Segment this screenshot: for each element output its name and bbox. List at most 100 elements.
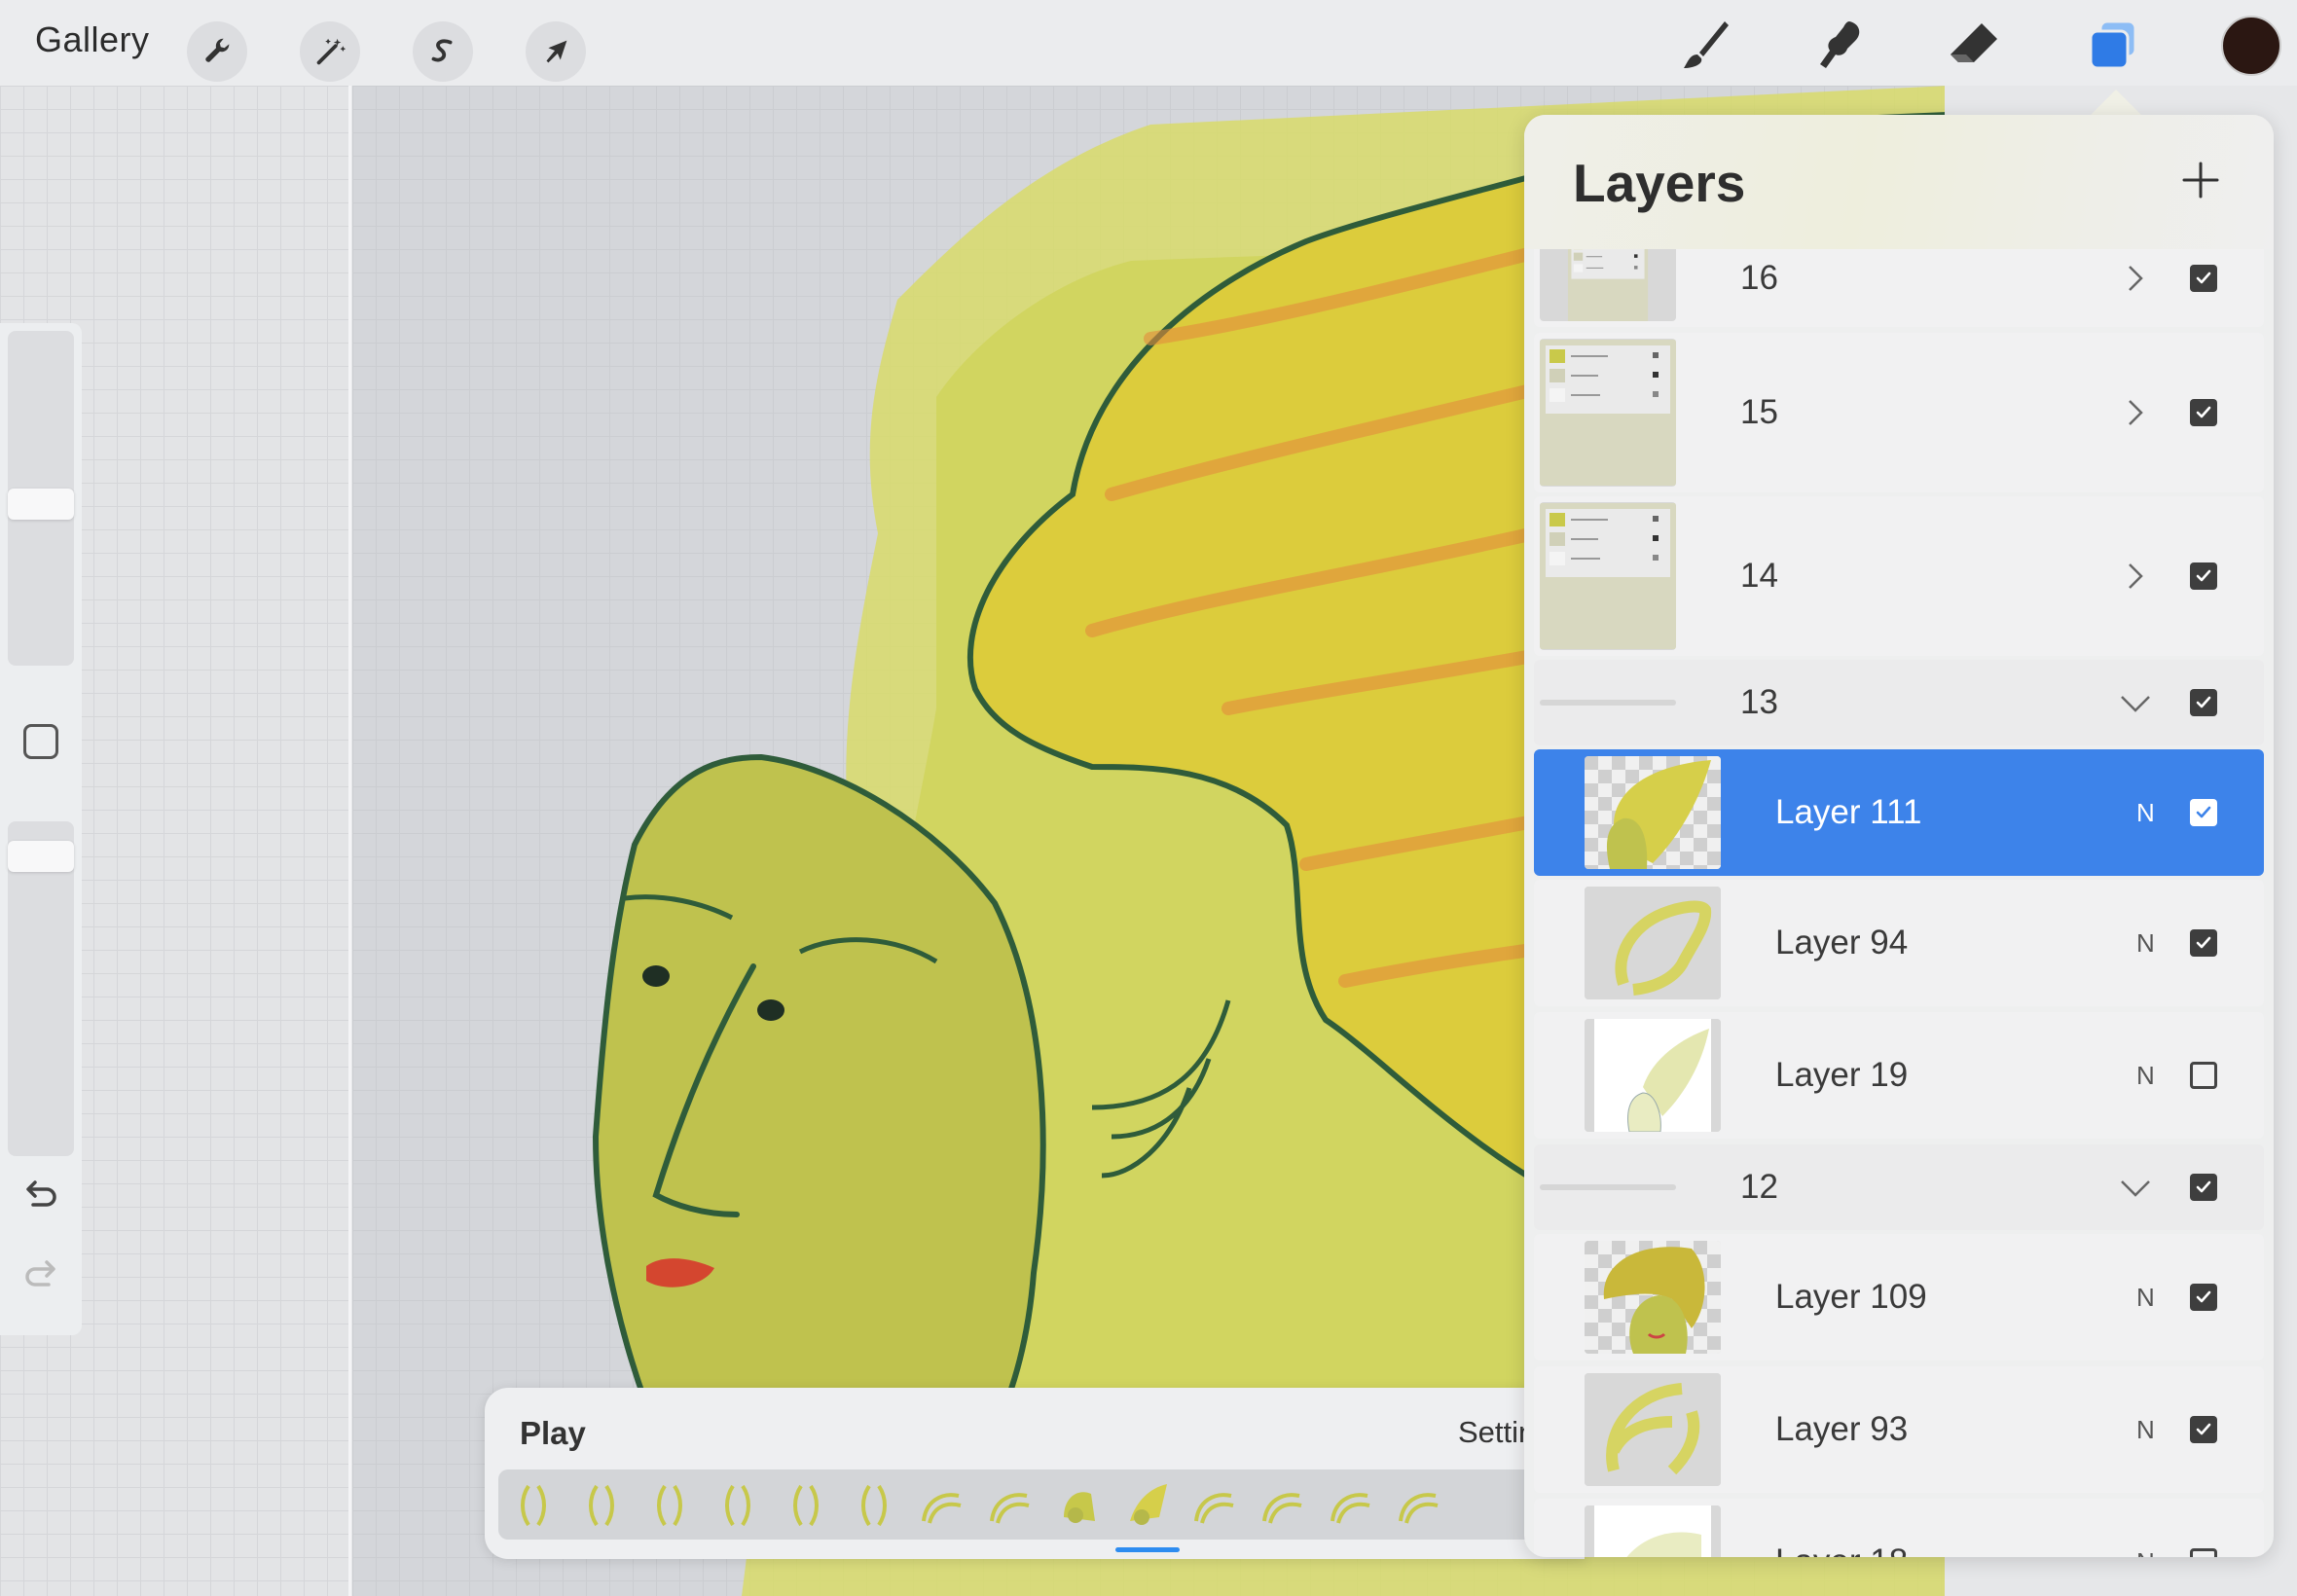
frame-thumbnail <box>1399 1493 1439 1524</box>
checkmark-icon <box>2196 696 2211 708</box>
blend-mode-button[interactable]: N <box>2136 1547 2155 1557</box>
visibility-checkbox[interactable] <box>2190 929 2217 957</box>
adjustments-button[interactable] <box>300 21 360 82</box>
checkmark-icon <box>2196 569 2211 582</box>
actions-button[interactable] <box>187 21 247 82</box>
play-button[interactable]: Play <box>520 1415 586 1452</box>
brush-tool[interactable] <box>1674 14 1736 76</box>
color-picker-button[interactable] <box>2221 16 2281 76</box>
visibility-checkbox[interactable] <box>2190 562 2217 590</box>
layer-thumbnail <box>1585 1019 1721 1132</box>
undo-icon[interactable] <box>19 1176 62 1218</box>
visibility-checkbox[interactable] <box>2190 265 2217 292</box>
arrow-cursor-icon <box>546 40 567 63</box>
timeline-frame[interactable] <box>777 1475 835 1534</box>
timeline-frame[interactable] <box>913 1475 971 1534</box>
layer-name: Layer 111 <box>1775 793 1922 831</box>
frame-thumbnail <box>1194 1493 1234 1524</box>
layer-name: Layer 109 <box>1775 1278 1927 1316</box>
layer-name: 14 <box>1740 557 1778 595</box>
chevron-down-icon[interactable] <box>2118 685 2153 720</box>
layer-row[interactable]: Layer 109 N <box>1534 1234 2264 1360</box>
timeline-frame[interactable] <box>1254 1475 1312 1534</box>
layers-panel: Layers 16 15 14 13 Layer 111 N Layer 94 N Layer … <box>1524 115 2274 1557</box>
chevron-right-icon[interactable] <box>2118 261 2153 296</box>
frame-thumbnail <box>922 1493 962 1524</box>
visibility-checkbox[interactable] <box>2190 1416 2217 1443</box>
layer-thumbnail <box>1585 1241 1721 1354</box>
blend-mode-button[interactable]: N <box>2136 1061 2155 1091</box>
plus-icon[interactable] <box>2176 156 2225 204</box>
layer-row[interactable]: Layer 18 N <box>1534 1499 2264 1557</box>
transform-button[interactable] <box>526 21 586 82</box>
group-thumbnail <box>1540 339 1676 487</box>
layer-name: Layer 93 <box>1775 1410 1909 1448</box>
group-thumbnail <box>1567 249 1649 321</box>
layer-name: Layer 94 <box>1775 924 1909 961</box>
visibility-checkbox[interactable] <box>2190 689 2217 716</box>
layer-group-row[interactable]: 15 <box>1534 333 2264 492</box>
layer-thumbnail <box>1585 1373 1721 1486</box>
brush-size-handle[interactable] <box>8 489 74 520</box>
blend-mode-button[interactable]: N <box>2136 1415 2155 1445</box>
chevron-right-icon[interactable] <box>2118 559 2153 594</box>
timeline-frame[interactable] <box>845 1475 903 1534</box>
group-thumbnail <box>1540 249 1676 321</box>
frame-strip[interactable] <box>498 1469 1569 1540</box>
redo-icon[interactable] <box>19 1255 62 1298</box>
sidebar <box>0 323 82 1335</box>
layer-name: Layer 19 <box>1775 1056 1909 1094</box>
layer-row[interactable]: Layer 19 N <box>1534 1012 2264 1139</box>
group-thumbnail <box>1540 340 1676 486</box>
timeline-frame[interactable] <box>1322 1475 1380 1534</box>
selection-button[interactable] <box>413 21 473 82</box>
visibility-checkbox[interactable] <box>2190 1548 2217 1557</box>
frame-thumbnail <box>725 1484 750 1527</box>
eraser-tool[interactable] <box>1943 14 2005 76</box>
timeline-frame[interactable] <box>504 1475 563 1534</box>
chevron-down-icon[interactable] <box>2118 1170 2153 1205</box>
layer-name: 13 <box>1740 683 1778 721</box>
layer-row[interactable]: Layer 93 N <box>1534 1366 2264 1493</box>
visibility-checkbox[interactable] <box>2190 399 2217 426</box>
modify-button[interactable] <box>23 724 58 759</box>
timeline-frame[interactable] <box>640 1475 699 1534</box>
layer-group-row[interactable]: 14 <box>1534 496 2264 656</box>
timeline-frame[interactable] <box>1390 1475 1448 1534</box>
blend-mode-button[interactable]: N <box>2136 928 2155 959</box>
opacity-handle[interactable] <box>8 841 74 872</box>
checkmark-icon <box>2196 1180 2211 1193</box>
timeline-frame[interactable] <box>572 1475 631 1534</box>
timeline-frame[interactable] <box>981 1475 1039 1534</box>
blend-mode-button[interactable]: N <box>2136 1283 2155 1313</box>
layers-tool[interactable] <box>2083 14 2145 76</box>
checkmark-icon <box>2196 272 2211 284</box>
gallery-button[interactable]: Gallery <box>35 19 150 60</box>
layer-row[interactable]: Layer 94 N <box>1534 880 2264 1006</box>
frame-thumbnail <box>861 1484 887 1527</box>
checkmark-icon <box>2196 1290 2211 1303</box>
frame-thumbnail <box>793 1484 819 1527</box>
smudge-tool[interactable] <box>1808 14 1871 76</box>
layer-group-row[interactable]: 12 <box>1534 1144 2264 1230</box>
blend-mode-button[interactable]: N <box>2136 798 2155 828</box>
layers-icon <box>2089 19 2137 70</box>
smudge-icon <box>1820 21 1860 68</box>
layer-group-row[interactable]: 16 <box>1534 249 2264 327</box>
layer-group-row[interactable]: 13 <box>1534 660 2264 745</box>
current-frame-indicator <box>1115 1547 1180 1552</box>
visibility-checkbox[interactable] <box>2190 1062 2217 1089</box>
timeline-frame[interactable] <box>1117 1475 1176 1534</box>
visibility-checkbox[interactable] <box>2190 1284 2217 1311</box>
layer-thumbnail <box>1585 1505 1721 1557</box>
timeline-frame[interactable] <box>709 1475 767 1534</box>
visibility-checkbox[interactable] <box>2190 799 2217 826</box>
chevron-right-icon[interactable] <box>2118 395 2153 430</box>
layer-row[interactable]: Layer 111 N <box>1534 749 2264 876</box>
timeline-frame[interactable] <box>1049 1475 1108 1534</box>
checkmark-icon <box>2196 936 2211 949</box>
visibility-checkbox[interactable] <box>2190 1174 2217 1201</box>
timeline-frame[interactable] <box>1185 1475 1244 1534</box>
frame-thumbnail <box>1130 1484 1167 1525</box>
layer-name: 12 <box>1740 1168 1778 1206</box>
